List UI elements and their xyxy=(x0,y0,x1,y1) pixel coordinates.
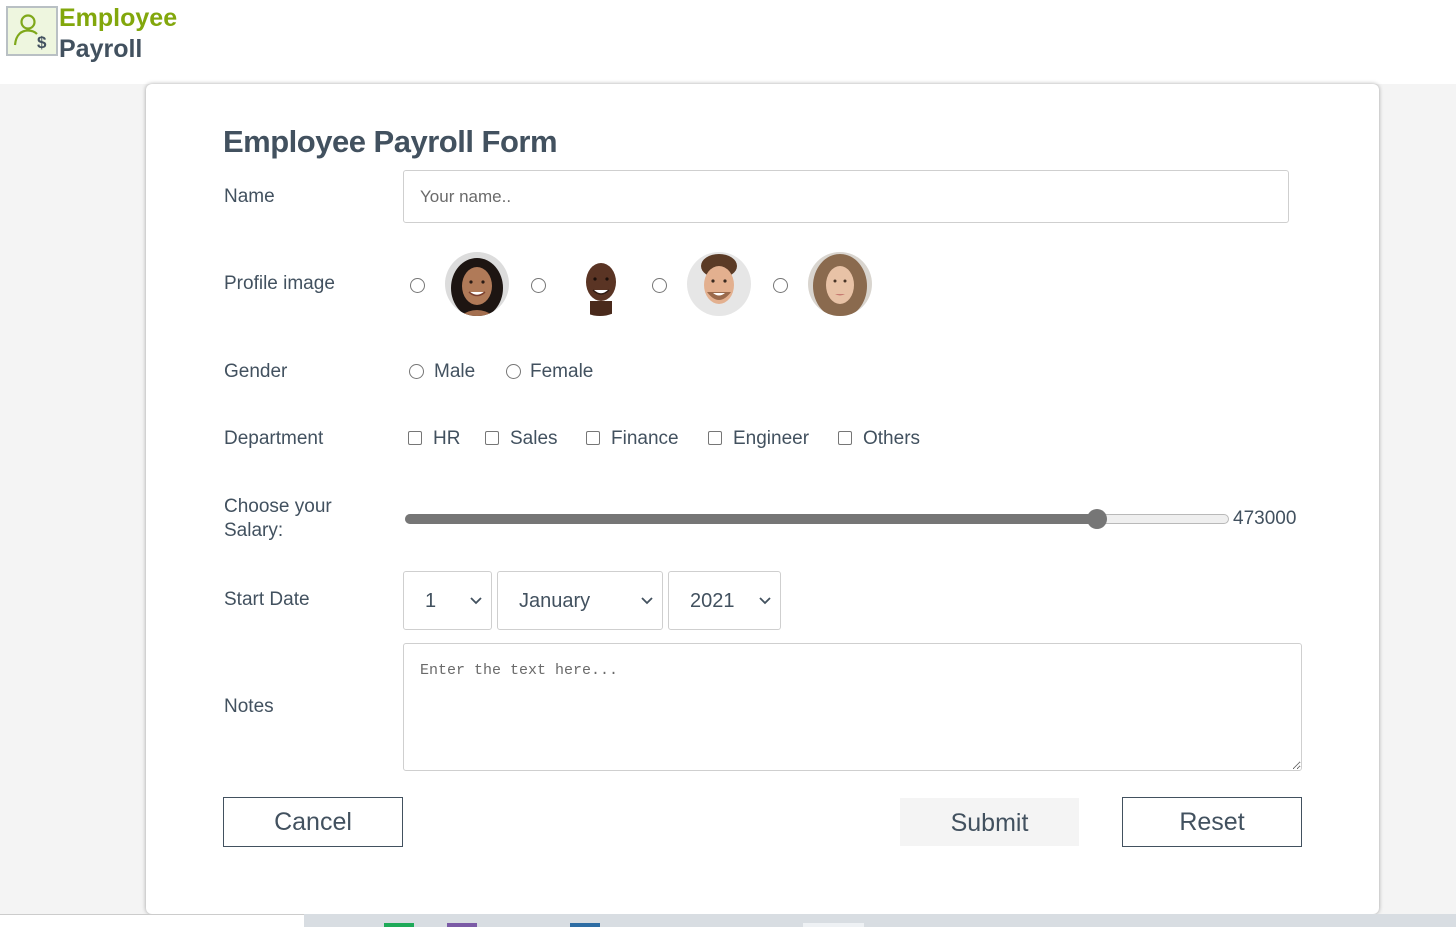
start-date-month-value: January xyxy=(519,590,591,612)
gender-label: Gender xyxy=(224,361,288,382)
name-input[interactable] xyxy=(403,170,1289,223)
man-brown-hair-avatar[interactable] xyxy=(687,252,751,316)
profile-image-radio-3[interactable] xyxy=(652,278,667,293)
employee-payroll-logo-icon: $ xyxy=(6,6,58,56)
start-date-day-value: 1 xyxy=(425,590,437,612)
gender-option-male[interactable]: Male xyxy=(434,361,475,383)
taskbar-search-area[interactable] xyxy=(0,914,304,927)
salary-label-line2: Salary: xyxy=(224,520,284,541)
department-checkbox-sales[interactable] xyxy=(485,431,499,445)
app-icon-active[interactable] xyxy=(803,923,864,927)
department-checkbox-finance[interactable] xyxy=(586,431,600,445)
salary-slider-thumb[interactable] xyxy=(1087,509,1107,529)
cancel-button[interactable]: Cancel xyxy=(223,797,403,847)
department-option-hr[interactable]: HR xyxy=(433,428,460,450)
salary-label-line1: Choose your xyxy=(224,496,332,517)
department-option-sales[interactable]: Sales xyxy=(510,428,558,450)
app-icon[interactable] xyxy=(570,923,600,927)
notes-textarea[interactable] xyxy=(403,643,1302,771)
chevron-down-icon xyxy=(759,597,771,605)
department-option-finance[interactable]: Finance xyxy=(611,428,679,450)
logo-text-payroll: Payroll xyxy=(59,35,143,63)
profile-image-label: Profile image xyxy=(224,273,335,294)
department-label: Department xyxy=(224,428,324,449)
logo-text-employee: Employee xyxy=(59,4,178,32)
app-icon[interactable] xyxy=(447,923,477,927)
department-checkbox-engineer[interactable] xyxy=(708,431,722,445)
reset-button[interactable]: Reset xyxy=(1122,797,1302,847)
start-date-label: Start Date xyxy=(224,589,310,610)
form-title: Employee Payroll Form xyxy=(223,124,558,159)
chevron-down-icon xyxy=(641,597,653,605)
chevron-down-icon xyxy=(470,597,482,605)
start-date-year-value: 2021 xyxy=(690,590,735,612)
app-icon[interactable] xyxy=(384,923,414,927)
notes-label: Notes xyxy=(224,696,274,717)
department-checkbox-others[interactable] xyxy=(838,431,852,445)
woman-light-hair-avatar[interactable] xyxy=(808,252,872,316)
start-date-day-select[interactable]: 1 xyxy=(403,571,492,630)
salary-value: 473000 xyxy=(1233,508,1297,529)
app-header: $ Employee Payroll xyxy=(0,0,1456,84)
taskbar xyxy=(0,914,1456,927)
profile-image-radio-2[interactable] xyxy=(531,278,546,293)
start-date-year-select[interactable]: 2021 xyxy=(668,571,781,630)
gender-option-female[interactable]: Female xyxy=(530,361,593,383)
gender-radio-male[interactable] xyxy=(409,364,424,379)
salary-slider-fill xyxy=(405,514,1097,524)
name-label: Name xyxy=(224,186,275,207)
woman-dark-hair-avatar[interactable] xyxy=(445,252,509,316)
man-bald-smiling-avatar[interactable] xyxy=(568,252,632,316)
department-option-engineer[interactable]: Engineer xyxy=(733,428,809,450)
salary-label: Choose your Salary: xyxy=(224,495,332,543)
svg-text:$: $ xyxy=(37,33,47,52)
department-checkbox-hr[interactable] xyxy=(408,431,422,445)
start-date-month-select[interactable]: January xyxy=(497,571,663,630)
submit-button[interactable]: Submit xyxy=(900,798,1079,846)
profile-image-radio-1[interactable] xyxy=(410,278,425,293)
profile-image-radio-4[interactable] xyxy=(773,278,788,293)
gender-radio-female[interactable] xyxy=(506,364,521,379)
app-logo-text: Employee Payroll xyxy=(59,3,177,65)
department-option-others[interactable]: Others xyxy=(863,428,920,450)
